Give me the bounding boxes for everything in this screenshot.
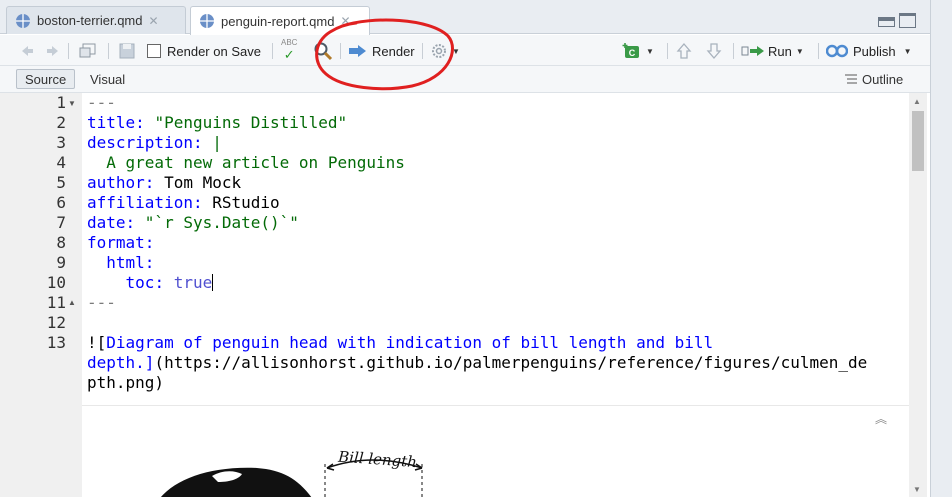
publish-label: Publish xyxy=(853,43,896,59)
save-icon[interactable] xyxy=(118,39,136,63)
line-number: 13 xyxy=(46,333,66,352)
code-line: pth.png) xyxy=(87,373,165,392)
code-line: --- xyxy=(87,293,116,312)
code-line: ![Diagram of penguin head with indicatio… xyxy=(87,333,714,352)
chevron-down-icon: ▼ xyxy=(452,46,460,56)
previous-section-icon[interactable] xyxy=(676,39,692,63)
code-line: depth.](https://allisonhorst.github.io/p… xyxy=(87,353,868,372)
close-icon[interactable]: ✕ xyxy=(149,14,159,28)
line-number-gutter: 1 ▼ 2 3 4 5 6 7 8 9 10 11 ▲ 12 13 xyxy=(0,93,82,497)
line-number: 7 xyxy=(56,213,66,232)
line-number: 8 xyxy=(56,233,66,252)
show-in-window-icon[interactable] xyxy=(78,39,98,63)
render-on-save-label: Render on Save xyxy=(167,43,261,59)
line-number: 5 xyxy=(56,173,66,192)
line-number: 11 xyxy=(46,293,66,312)
back-icon[interactable] xyxy=(20,39,40,63)
render-options-gear[interactable]: ▼ xyxy=(430,39,460,63)
quarto-file-icon xyxy=(16,13,30,28)
collapse-icon[interactable]: ︽ xyxy=(875,410,887,427)
code-line: author: Tom Mock xyxy=(87,173,242,192)
checkbox[interactable] xyxy=(147,44,161,58)
fold-down-icon[interactable]: ▼ xyxy=(68,99,76,108)
run-icon xyxy=(741,46,764,56)
visual-mode-button[interactable]: Visual xyxy=(82,69,133,89)
maximize-pane-icon[interactable] xyxy=(899,13,916,28)
source-mode-button[interactable]: Source xyxy=(16,69,76,89)
close-icon[interactable]: ✕ xyxy=(340,14,350,28)
gear-icon xyxy=(432,44,446,58)
penguin-diagram-image: Bill length xyxy=(160,448,423,497)
vertical-scrollbar[interactable]: ▲ ▼ xyxy=(909,93,927,497)
spell-check-icon[interactable]: ABC ✓ xyxy=(281,38,297,62)
code-line: html: xyxy=(87,253,155,272)
line-number: 9 xyxy=(56,253,66,272)
line-number: 6 xyxy=(56,193,66,212)
code-line: A great new article on Penguins xyxy=(87,153,405,172)
right-pane xyxy=(930,0,952,497)
line-number: 1 xyxy=(56,93,66,112)
code-editor[interactable]: 1 ▼ 2 3 4 5 6 7 8 9 10 11 ▲ 12 13 --- ti… xyxy=(0,93,930,497)
render-on-save-checkbox[interactable]: Render on Save xyxy=(147,39,261,63)
quarto-file-icon xyxy=(200,14,214,28)
editor-tab-bar: boston-terrier.qmd ✕ penguin-report.qmd … xyxy=(0,0,930,35)
tab-label: boston-terrier.qmd xyxy=(37,13,143,28)
window-controls xyxy=(878,13,916,28)
line-number: 10 xyxy=(46,273,66,292)
code-line: title: "Penguins Distilled" xyxy=(87,113,348,132)
outline-icon xyxy=(845,74,857,84)
text-cursor xyxy=(212,274,214,291)
render-button[interactable]: Render xyxy=(348,39,415,63)
outline-label: Outline xyxy=(862,71,904,87)
tab-penguin-report[interactable]: penguin-report.qmd ✕ xyxy=(190,6,370,35)
scroll-thumb[interactable] xyxy=(912,111,924,171)
chevron-down-icon: ▼ xyxy=(795,46,804,56)
editor-mode-bar: Source Visual Outline xyxy=(0,66,930,93)
insert-chunk-icon: C xyxy=(622,43,639,58)
line-number: 2 xyxy=(56,113,66,132)
tab-label: penguin-report.qmd xyxy=(221,13,335,29)
chevron-down-icon: ▼ xyxy=(903,46,912,56)
line-number: 4 xyxy=(56,153,66,172)
run-label: Run xyxy=(768,43,792,59)
code-line: description: | xyxy=(87,133,222,152)
minimize-pane-icon[interactable] xyxy=(878,17,895,27)
render-label: Render xyxy=(372,43,415,59)
line-number: 12 xyxy=(46,313,66,332)
line-number: 3 xyxy=(56,133,66,152)
forward-icon[interactable] xyxy=(40,39,60,63)
publish-button[interactable]: Publish ▼ xyxy=(826,39,912,63)
code-line: date: "`r Sys.Date()`" xyxy=(87,213,299,232)
scroll-up-arrow[interactable]: ▲ xyxy=(913,97,921,106)
next-section-icon[interactable] xyxy=(706,39,722,63)
code-line: toc: true xyxy=(87,273,214,292)
scroll-down-arrow[interactable]: ▼ xyxy=(913,485,921,494)
search-icon[interactable] xyxy=(313,39,333,63)
publish-icon xyxy=(826,44,848,58)
outline-button[interactable]: Outline xyxy=(836,69,911,89)
insert-chunk-button[interactable]: C ▼ xyxy=(622,39,654,63)
bill-length-label: Bill length xyxy=(337,448,418,472)
code-line: format: xyxy=(87,233,155,252)
code-line: --- xyxy=(87,93,116,112)
fold-up-icon[interactable]: ▲ xyxy=(68,298,76,307)
run-button[interactable]: Run ▼ xyxy=(741,39,804,63)
svg-text:C: C xyxy=(629,48,636,58)
code-line: affiliation: RStudio xyxy=(87,193,280,212)
render-arrow-icon xyxy=(349,45,366,57)
editor-toolbar: Render on Save ABC ✓ Render ▼ C ▼ Run ▼ … xyxy=(0,35,930,66)
chevron-down-icon: ▼ xyxy=(646,46,654,56)
tab-boston-terrier[interactable]: boston-terrier.qmd ✕ xyxy=(6,6,186,34)
image-preview: ︽ Bill length xyxy=(82,405,909,497)
